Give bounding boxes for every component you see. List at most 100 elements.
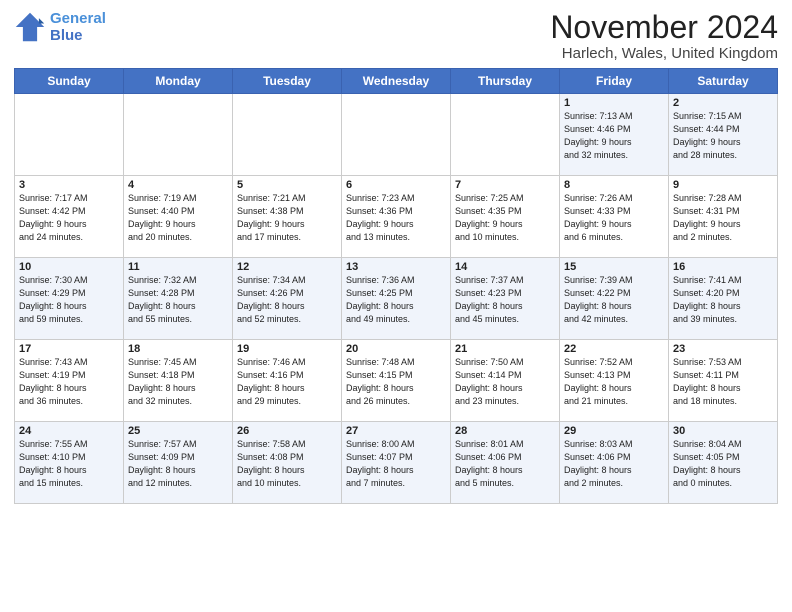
day-info: Sunrise: 7:45 AM Sunset: 4:18 PM Dayligh… xyxy=(128,356,228,408)
day-info: Sunrise: 7:48 AM Sunset: 4:15 PM Dayligh… xyxy=(346,356,446,408)
logo-line1: General xyxy=(50,10,106,27)
weekday-header-monday: Monday xyxy=(124,69,233,94)
day-number: 12 xyxy=(237,261,337,273)
day-number: 20 xyxy=(346,343,446,355)
day-number: 25 xyxy=(128,425,228,437)
day-info: Sunrise: 7:34 AM Sunset: 4:26 PM Dayligh… xyxy=(237,274,337,326)
calendar-cell xyxy=(342,94,451,176)
day-number: 11 xyxy=(128,261,228,273)
day-number: 8 xyxy=(564,179,664,191)
day-number: 7 xyxy=(455,179,555,191)
day-number: 14 xyxy=(455,261,555,273)
calendar-cell xyxy=(15,94,124,176)
day-info: Sunrise: 7:17 AM Sunset: 4:42 PM Dayligh… xyxy=(19,192,119,244)
day-number: 24 xyxy=(19,425,119,437)
calendar-cell: 2Sunrise: 7:15 AM Sunset: 4:44 PM Daylig… xyxy=(669,94,778,176)
day-number: 15 xyxy=(564,261,664,273)
day-number: 19 xyxy=(237,343,337,355)
day-info: Sunrise: 8:04 AM Sunset: 4:05 PM Dayligh… xyxy=(673,438,773,490)
calendar-cell: 13Sunrise: 7:36 AM Sunset: 4:25 PM Dayli… xyxy=(342,258,451,340)
day-number: 3 xyxy=(19,179,119,191)
day-number: 6 xyxy=(346,179,446,191)
calendar-cell: 17Sunrise: 7:43 AM Sunset: 4:19 PM Dayli… xyxy=(15,340,124,422)
week-row-3: 17Sunrise: 7:43 AM Sunset: 4:19 PM Dayli… xyxy=(15,340,778,422)
calendar-cell: 6Sunrise: 7:23 AM Sunset: 4:36 PM Daylig… xyxy=(342,176,451,258)
day-info: Sunrise: 7:55 AM Sunset: 4:10 PM Dayligh… xyxy=(19,438,119,490)
day-info: Sunrise: 8:00 AM Sunset: 4:07 PM Dayligh… xyxy=(346,438,446,490)
day-number: 28 xyxy=(455,425,555,437)
day-info: Sunrise: 7:30 AM Sunset: 4:29 PM Dayligh… xyxy=(19,274,119,326)
weekday-header-friday: Friday xyxy=(560,69,669,94)
calendar: SundayMondayTuesdayWednesdayThursdayFrid… xyxy=(14,68,778,504)
day-number: 10 xyxy=(19,261,119,273)
page: General Blue November 2024 Harlech, Wale… xyxy=(0,0,792,612)
calendar-cell: 23Sunrise: 7:53 AM Sunset: 4:11 PM Dayli… xyxy=(669,340,778,422)
weekday-header-thursday: Thursday xyxy=(451,69,560,94)
week-row-0: 1Sunrise: 7:13 AM Sunset: 4:46 PM Daylig… xyxy=(15,94,778,176)
day-info: Sunrise: 7:32 AM Sunset: 4:28 PM Dayligh… xyxy=(128,274,228,326)
calendar-cell xyxy=(233,94,342,176)
calendar-cell: 27Sunrise: 8:00 AM Sunset: 4:07 PM Dayli… xyxy=(342,422,451,504)
day-info: Sunrise: 7:43 AM Sunset: 4:19 PM Dayligh… xyxy=(19,356,119,408)
day-number: 21 xyxy=(455,343,555,355)
calendar-cell: 26Sunrise: 7:58 AM Sunset: 4:08 PM Dayli… xyxy=(233,422,342,504)
day-info: Sunrise: 7:58 AM Sunset: 4:08 PM Dayligh… xyxy=(237,438,337,490)
calendar-cell: 4Sunrise: 7:19 AM Sunset: 4:40 PM Daylig… xyxy=(124,176,233,258)
calendar-cell: 22Sunrise: 7:52 AM Sunset: 4:13 PM Dayli… xyxy=(560,340,669,422)
day-number: 29 xyxy=(564,425,664,437)
day-info: Sunrise: 7:53 AM Sunset: 4:11 PM Dayligh… xyxy=(673,356,773,408)
day-info: Sunrise: 7:39 AM Sunset: 4:22 PM Dayligh… xyxy=(564,274,664,326)
calendar-cell: 20Sunrise: 7:48 AM Sunset: 4:15 PM Dayli… xyxy=(342,340,451,422)
month-title: November 2024 xyxy=(550,10,778,45)
title-block: November 2024 Harlech, Wales, United Kin… xyxy=(550,10,778,62)
calendar-cell: 12Sunrise: 7:34 AM Sunset: 4:26 PM Dayli… xyxy=(233,258,342,340)
day-number: 4 xyxy=(128,179,228,191)
calendar-cell xyxy=(124,94,233,176)
day-number: 26 xyxy=(237,425,337,437)
calendar-cell: 11Sunrise: 7:32 AM Sunset: 4:28 PM Dayli… xyxy=(124,258,233,340)
calendar-body: 1Sunrise: 7:13 AM Sunset: 4:46 PM Daylig… xyxy=(15,94,778,504)
logo-icon xyxy=(14,11,46,43)
day-info: Sunrise: 7:28 AM Sunset: 4:31 PM Dayligh… xyxy=(673,192,773,244)
week-row-1: 3Sunrise: 7:17 AM Sunset: 4:42 PM Daylig… xyxy=(15,176,778,258)
day-info: Sunrise: 7:15 AM Sunset: 4:44 PM Dayligh… xyxy=(673,110,773,162)
calendar-cell: 8Sunrise: 7:26 AM Sunset: 4:33 PM Daylig… xyxy=(560,176,669,258)
day-info: Sunrise: 7:57 AM Sunset: 4:09 PM Dayligh… xyxy=(128,438,228,490)
calendar-cell: 28Sunrise: 8:01 AM Sunset: 4:06 PM Dayli… xyxy=(451,422,560,504)
calendar-cell: 7Sunrise: 7:25 AM Sunset: 4:35 PM Daylig… xyxy=(451,176,560,258)
day-info: Sunrise: 7:37 AM Sunset: 4:23 PM Dayligh… xyxy=(455,274,555,326)
day-number: 22 xyxy=(564,343,664,355)
calendar-cell: 10Sunrise: 7:30 AM Sunset: 4:29 PM Dayli… xyxy=(15,258,124,340)
day-info: Sunrise: 7:46 AM Sunset: 4:16 PM Dayligh… xyxy=(237,356,337,408)
week-row-2: 10Sunrise: 7:30 AM Sunset: 4:29 PM Dayli… xyxy=(15,258,778,340)
day-info: Sunrise: 7:41 AM Sunset: 4:20 PM Dayligh… xyxy=(673,274,773,326)
calendar-cell: 21Sunrise: 7:50 AM Sunset: 4:14 PM Dayli… xyxy=(451,340,560,422)
calendar-cell: 18Sunrise: 7:45 AM Sunset: 4:18 PM Dayli… xyxy=(124,340,233,422)
calendar-cell: 15Sunrise: 7:39 AM Sunset: 4:22 PM Dayli… xyxy=(560,258,669,340)
calendar-cell: 9Sunrise: 7:28 AM Sunset: 4:31 PM Daylig… xyxy=(669,176,778,258)
day-number: 27 xyxy=(346,425,446,437)
calendar-cell: 29Sunrise: 8:03 AM Sunset: 4:06 PM Dayli… xyxy=(560,422,669,504)
calendar-cell: 24Sunrise: 7:55 AM Sunset: 4:10 PM Dayli… xyxy=(15,422,124,504)
day-info: Sunrise: 7:21 AM Sunset: 4:38 PM Dayligh… xyxy=(237,192,337,244)
day-number: 23 xyxy=(673,343,773,355)
day-number: 13 xyxy=(346,261,446,273)
calendar-cell: 5Sunrise: 7:21 AM Sunset: 4:38 PM Daylig… xyxy=(233,176,342,258)
calendar-cell: 19Sunrise: 7:46 AM Sunset: 4:16 PM Dayli… xyxy=(233,340,342,422)
day-info: Sunrise: 7:52 AM Sunset: 4:13 PM Dayligh… xyxy=(564,356,664,408)
day-info: Sunrise: 7:50 AM Sunset: 4:14 PM Dayligh… xyxy=(455,356,555,408)
day-number: 2 xyxy=(673,97,773,109)
day-number: 16 xyxy=(673,261,773,273)
day-number: 9 xyxy=(673,179,773,191)
day-number: 18 xyxy=(128,343,228,355)
day-info: Sunrise: 7:19 AM Sunset: 4:40 PM Dayligh… xyxy=(128,192,228,244)
logo-line2: Blue xyxy=(50,27,83,44)
day-number: 5 xyxy=(237,179,337,191)
calendar-cell xyxy=(451,94,560,176)
logo-text: General Blue xyxy=(50,10,106,45)
logo: General Blue xyxy=(14,10,106,45)
day-number: 1 xyxy=(564,97,664,109)
calendar-cell: 1Sunrise: 7:13 AM Sunset: 4:46 PM Daylig… xyxy=(560,94,669,176)
day-info: Sunrise: 7:36 AM Sunset: 4:25 PM Dayligh… xyxy=(346,274,446,326)
location-title: Harlech, Wales, United Kingdom xyxy=(550,45,778,62)
